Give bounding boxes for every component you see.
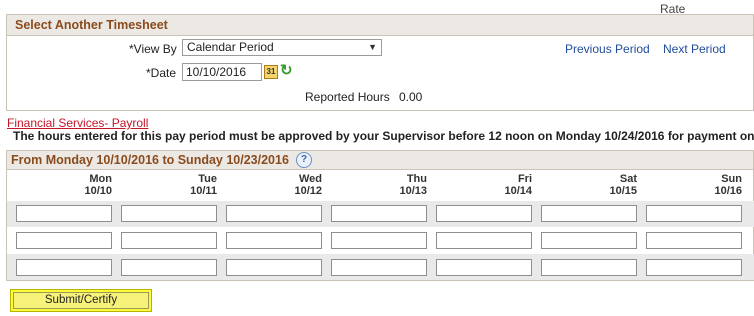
view-by-label: *View By	[129, 42, 177, 56]
hours-cell[interactable]	[541, 232, 637, 249]
grid-title-bar: From Monday 10/10/2016 to Sunday 10/23/2…	[6, 150, 754, 169]
hours-cell[interactable]	[16, 205, 112, 222]
hours-cell[interactable]	[436, 205, 532, 222]
day-header-fri: Fri 10/14	[504, 173, 532, 197]
select-timesheet-panel: Select Another Timesheet *View By Calend…	[6, 14, 754, 111]
approval-notice: The hours entered for this pay period mu…	[13, 129, 754, 143]
hours-cell[interactable]	[541, 205, 637, 222]
hours-cell[interactable]	[646, 259, 742, 276]
date-label: *Date	[146, 66, 177, 80]
reported-hours-label: Reported Hours	[305, 90, 390, 104]
day-header-mon: Mon 10/10	[84, 173, 112, 197]
hours-cell[interactable]	[16, 259, 112, 276]
hours-cell[interactable]	[226, 259, 322, 276]
hours-cell[interactable]	[541, 259, 637, 276]
day-header-thu: Thu 10/13	[399, 173, 427, 197]
hours-cell[interactable]	[16, 232, 112, 249]
help-icon[interactable]: ?	[296, 152, 312, 168]
hours-cell[interactable]	[331, 259, 427, 276]
hours-cell[interactable]	[121, 205, 217, 222]
day-header-wed: Wed 10/12	[294, 173, 322, 197]
hours-cell[interactable]	[436, 259, 532, 276]
date-input[interactable]	[182, 63, 262, 81]
financial-services-link[interactable]: Financial Services- Payroll	[7, 116, 148, 130]
hours-cell[interactable]	[121, 232, 217, 249]
hours-cell[interactable]	[121, 259, 217, 276]
grid-title: From Monday 10/10/2016 to Sunday 10/23/2…	[11, 153, 289, 167]
hours-cell[interactable]	[646, 232, 742, 249]
refresh-icon[interactable]: ↻	[280, 61, 293, 79]
day-header-tue: Tue 10/11	[190, 173, 217, 197]
hours-cell[interactable]	[646, 205, 742, 222]
view-by-select[interactable]: Calendar Period ▼	[182, 39, 382, 56]
day-header-sat: Sat 10/15	[609, 173, 637, 197]
hours-cell[interactable]	[331, 205, 427, 222]
hours-cell[interactable]	[226, 232, 322, 249]
hours-cell[interactable]	[226, 205, 322, 222]
view-by-value: Calendar Period	[187, 40, 274, 54]
reported-hours-value: 0.00	[399, 90, 423, 104]
calendar-icon[interactable]: 31	[264, 65, 278, 79]
submit-certify-button[interactable]: Submit/Certify	[13, 292, 149, 309]
hours-cell[interactable]	[331, 232, 427, 249]
submit-certify-highlight: Submit/Certify	[10, 289, 152, 312]
dropdown-arrow-icon: ▼	[368, 42, 377, 52]
next-period-link[interactable]: Next Period	[663, 42, 726, 56]
hours-cell[interactable]	[436, 232, 532, 249]
previous-period-link[interactable]: Previous Period	[565, 42, 650, 56]
timesheet-grid: Mon 10/10 Tue 10/11 Wed 10/12 Thu 10/13 Fri 1…	[6, 169, 754, 281]
panel-title: Select Another Timesheet	[7, 15, 753, 36]
day-header-sun: Sun 10/16	[714, 173, 742, 197]
